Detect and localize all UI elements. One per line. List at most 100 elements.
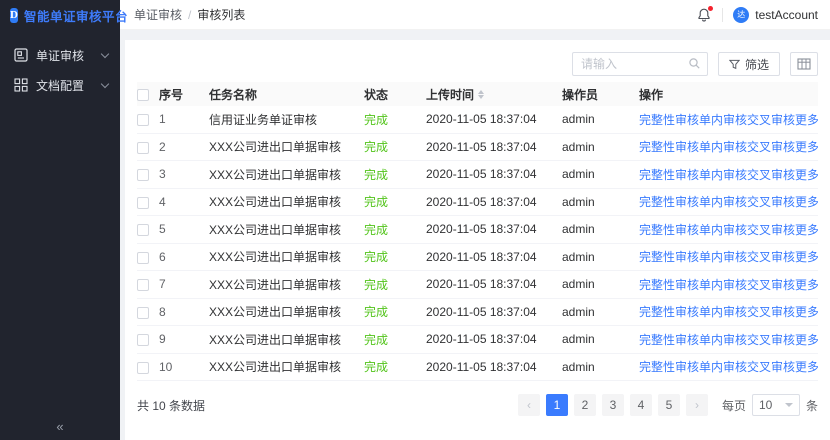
row-checkbox[interactable]	[137, 307, 149, 319]
row-checkbox[interactable]	[137, 279, 149, 291]
row-checkbox[interactable]	[137, 334, 149, 346]
table-row: 2XXX公司进出口单据审核完成2020-11-05 18:37:04admin完…	[137, 134, 818, 162]
action-link[interactable]: 交叉审核	[747, 331, 795, 348]
notification-bell-button[interactable]	[696, 7, 712, 23]
action-link[interactable]: 更多	[795, 331, 818, 348]
row-index: 1	[159, 112, 209, 126]
grid-icon	[14, 78, 28, 92]
page-button[interactable]: 2	[574, 394, 596, 416]
action-link[interactable]: 完整性审核	[639, 303, 699, 320]
action-link[interactable]: 交叉审核	[747, 276, 795, 293]
sidebar-nav: 单证审核 文档配置	[0, 30, 120, 100]
action-link[interactable]: 单内审核	[699, 276, 747, 293]
action-link[interactable]: 交叉审核	[747, 303, 795, 320]
action-link[interactable]: 单内审核	[699, 138, 747, 155]
chevron-down-icon	[101, 79, 109, 87]
action-link[interactable]: 完整性审核	[639, 276, 699, 293]
page-button[interactable]: 5	[658, 394, 680, 416]
row-check-cell	[137, 250, 159, 264]
header-time: 上传时间	[426, 86, 562, 103]
row-checkbox[interactable]	[137, 362, 149, 374]
action-link[interactable]: 交叉审核	[747, 358, 795, 375]
row-checkbox[interactable]	[137, 224, 149, 236]
row-operator: admin	[562, 277, 639, 291]
filter-button[interactable]: 筛选	[718, 52, 780, 76]
action-link[interactable]: 更多	[795, 193, 818, 210]
per-page-select[interactable]: 10	[752, 394, 800, 416]
table-header-row: 序号 任务名称 状态 上传时间 操作员 操作	[137, 82, 818, 106]
action-link[interactable]: 单内审核	[699, 111, 747, 128]
row-check-cell	[137, 222, 159, 236]
row-task-name: XXX公司进出口单据审核	[209, 331, 364, 348]
action-link[interactable]: 完整性审核	[639, 166, 699, 183]
next-page-button[interactable]: ›	[686, 394, 708, 416]
action-link[interactable]: 更多	[795, 111, 818, 128]
select-all-checkbox[interactable]	[137, 89, 149, 101]
action-link[interactable]: 更多	[795, 276, 818, 293]
sidebar-item-review[interactable]: 单证审核	[0, 40, 120, 70]
sort-icon[interactable]	[478, 90, 484, 99]
action-link[interactable]: 完整性审核	[639, 221, 699, 238]
action-link[interactable]: 单内审核	[699, 166, 747, 183]
action-link[interactable]: 更多	[795, 303, 818, 320]
breadcrumb-parent[interactable]: 单证审核	[134, 6, 182, 23]
action-link[interactable]: 完整性审核	[639, 111, 699, 128]
table-row: 4XXX公司进出口单据审核完成2020-11-05 18:37:04admin完…	[137, 189, 818, 217]
action-link[interactable]: 交叉审核	[747, 138, 795, 155]
action-link[interactable]: 更多	[795, 358, 818, 375]
app-window: D 智能单证审核平台 单证审核 文档配置	[0, 0, 830, 440]
row-check-cell	[137, 195, 159, 209]
page-button[interactable]: 1	[546, 394, 568, 416]
action-link[interactable]: 交叉审核	[747, 193, 795, 210]
row-task-name: XXX公司进出口单据审核	[209, 166, 364, 183]
row-check-cell	[137, 305, 159, 319]
action-link[interactable]: 单内审核	[699, 303, 747, 320]
action-link[interactable]: 更多	[795, 248, 818, 265]
row-checkbox[interactable]	[137, 197, 149, 209]
row-status: 完成	[364, 221, 426, 238]
action-link[interactable]: 单内审核	[699, 248, 747, 265]
sidebar-item-config[interactable]: 文档配置	[0, 70, 120, 100]
action-link[interactable]: 交叉审核	[747, 111, 795, 128]
action-link[interactable]: 完整性审核	[639, 358, 699, 375]
action-link[interactable]: 更多	[795, 138, 818, 155]
row-status: 完成	[364, 331, 426, 348]
action-link[interactable]: 交叉审核	[747, 166, 795, 183]
prev-page-button[interactable]: ‹	[518, 394, 540, 416]
row-checkbox[interactable]	[137, 252, 149, 264]
row-operator: admin	[562, 167, 639, 181]
action-link[interactable]: 单内审核	[699, 193, 747, 210]
action-link[interactable]: 更多	[795, 166, 818, 183]
breadcrumb-current: 审核列表	[197, 6, 245, 23]
row-task-name: XXX公司进出口单据审核	[209, 303, 364, 320]
sidebar-collapse-button[interactable]: «	[0, 412, 120, 440]
table-row: 7XXX公司进出口单据审核完成2020-11-05 18:37:04admin完…	[137, 271, 818, 299]
caret-down-icon	[785, 403, 793, 407]
user-menu[interactable]: 达 testAccount	[733, 7, 818, 23]
page-button[interactable]: 3	[602, 394, 624, 416]
row-checkbox[interactable]	[137, 114, 149, 126]
action-link[interactable]: 完整性审核	[639, 248, 699, 265]
action-link[interactable]: 完整性审核	[639, 331, 699, 348]
action-link[interactable]: 交叉审核	[747, 248, 795, 265]
action-link[interactable]: 完整性审核	[639, 193, 699, 210]
page-button[interactable]: 4	[630, 394, 652, 416]
row-status: 完成	[364, 138, 426, 155]
row-check-cell	[137, 360, 159, 374]
app-title: 智能单证审核平台	[24, 6, 128, 25]
row-checkbox[interactable]	[137, 142, 149, 154]
action-link[interactable]: 单内审核	[699, 358, 747, 375]
action-link[interactable]: 更多	[795, 221, 818, 238]
row-status: 完成	[364, 276, 426, 293]
breadcrumb-separator: /	[188, 8, 191, 22]
search-icon	[688, 57, 701, 70]
action-link[interactable]: 单内审核	[699, 221, 747, 238]
table-footer: 共 10 条数据 ‹ 12345 › 每页 10 条	[137, 394, 818, 416]
action-link[interactable]: 完整性审核	[639, 138, 699, 155]
action-link[interactable]: 交叉审核	[747, 221, 795, 238]
row-status: 完成	[364, 248, 426, 265]
row-checkbox[interactable]	[137, 169, 149, 181]
column-settings-button[interactable]	[790, 52, 818, 76]
content-area: 筛选 序号 任务名称	[120, 30, 830, 440]
action-link[interactable]: 单内审核	[699, 331, 747, 348]
